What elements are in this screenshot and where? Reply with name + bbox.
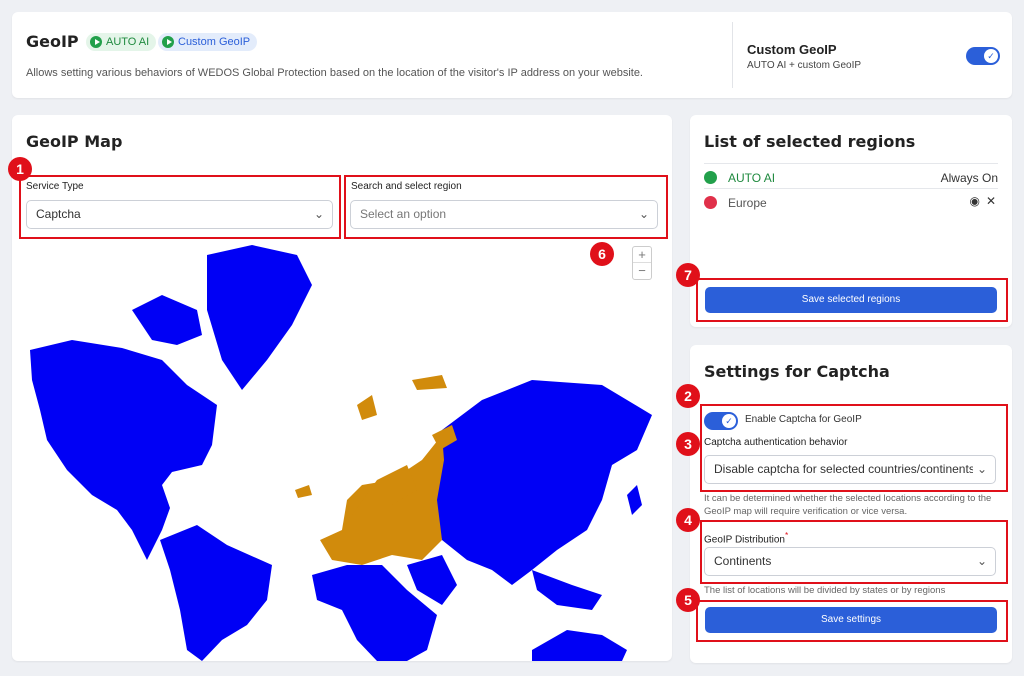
save-regions-button[interactable]: Save selected regions [705,287,997,313]
captcha-settings-card: Settings for Captcha ✓ Enable Captcha fo… [690,345,1012,663]
behavior-select[interactable]: Disable captcha for selected countries/c… [704,455,996,484]
check-icon: ✓ [984,49,998,63]
settings-title: Settings for Captcha [704,362,890,381]
distribution-select[interactable]: Continents ⌄ [704,547,996,576]
region-search-label: Search and select region [351,181,462,192]
geoip-header-card: GeoIP AUTO AI Custom GeoIP Allows settin… [12,12,1012,98]
eye-icon[interactable]: ◉ [970,194,980,208]
save-settings-button[interactable]: Save settings [705,607,997,633]
distribution-label: GeoIP Distribution* [704,530,789,546]
map-region-svalbard [357,375,447,420]
annotation-marker-2: 2 [676,384,700,408]
map-region-australia [532,630,627,661]
page-title: GeoIP [26,32,79,51]
custom-geoip-toggle[interactable]: ✓ [966,47,1000,65]
geoip-map-card: GeoIP Map Service Type Captcha ⌄ Search a… [12,115,672,661]
region-search-select[interactable]: Select an option ⌄ [350,200,658,229]
stop-icon [704,196,717,209]
map-region-southeast-asia [532,570,602,610]
service-type-select[interactable]: Captcha ⌄ [26,200,333,229]
regions-title: List of selected regions [704,132,916,151]
enable-captcha-label: Enable Captcha for GeoIP [745,414,862,425]
annotation-marker-5: 5 [676,588,700,612]
map-region-asia [432,380,652,585]
annotation-marker-7: 7 [676,263,700,287]
behavior-label: Captcha authentication behavior [704,437,848,448]
chevron-down-icon: ⌄ [972,456,987,483]
map-region-north-america [30,340,217,560]
world-map[interactable] [12,240,672,661]
distribution-help: The list of locations will be divided by… [704,585,946,596]
chevron-down-icon: ⌄ [638,207,649,221]
map-region-greenland [207,245,312,390]
play-icon [90,36,102,48]
close-icon[interactable]: ✕ [986,194,996,208]
divider [704,163,998,164]
map-region-south-america [160,525,272,661]
chevron-down-icon: ⌄ [976,554,987,568]
list-item: Europe ◉ ✕ [704,193,998,213]
list-item: AUTO AI Always On [704,168,998,188]
map-region-canada-islands [132,295,202,345]
annotation-marker-6: 6 [590,242,614,266]
custom-geoip-subtitle: AUTO AI + custom GeoIP [747,60,862,71]
annotation-marker-1: 1 [8,157,32,181]
behavior-help: It can be determined whether the selecte… [704,493,992,517]
page-description: Allows setting various behaviors of WEDO… [26,67,643,79]
enable-captcha-toggle[interactable]: ✓ [704,412,738,430]
check-icon: ✓ [722,414,736,428]
play-icon [704,171,717,184]
annotation-marker-3: 3 [676,432,700,456]
custom-geoip-title: Custom GeoIP [747,42,837,57]
map-title: GeoIP Map [26,132,123,151]
play-icon [162,36,174,48]
divider [732,22,733,88]
custom-geoip-badge: Custom GeoIP [158,33,258,51]
service-type-label: Service Type [26,181,84,192]
selected-regions-card: List of selected regions AUTO AI Always … [690,115,1012,327]
map-region-japan [627,485,642,515]
auto-ai-badge: AUTO AI [86,33,157,51]
divider [704,188,998,189]
annotation-marker-4: 4 [676,508,700,532]
map-region-iceland [295,485,312,498]
chevron-down-icon: ⌄ [313,207,324,221]
